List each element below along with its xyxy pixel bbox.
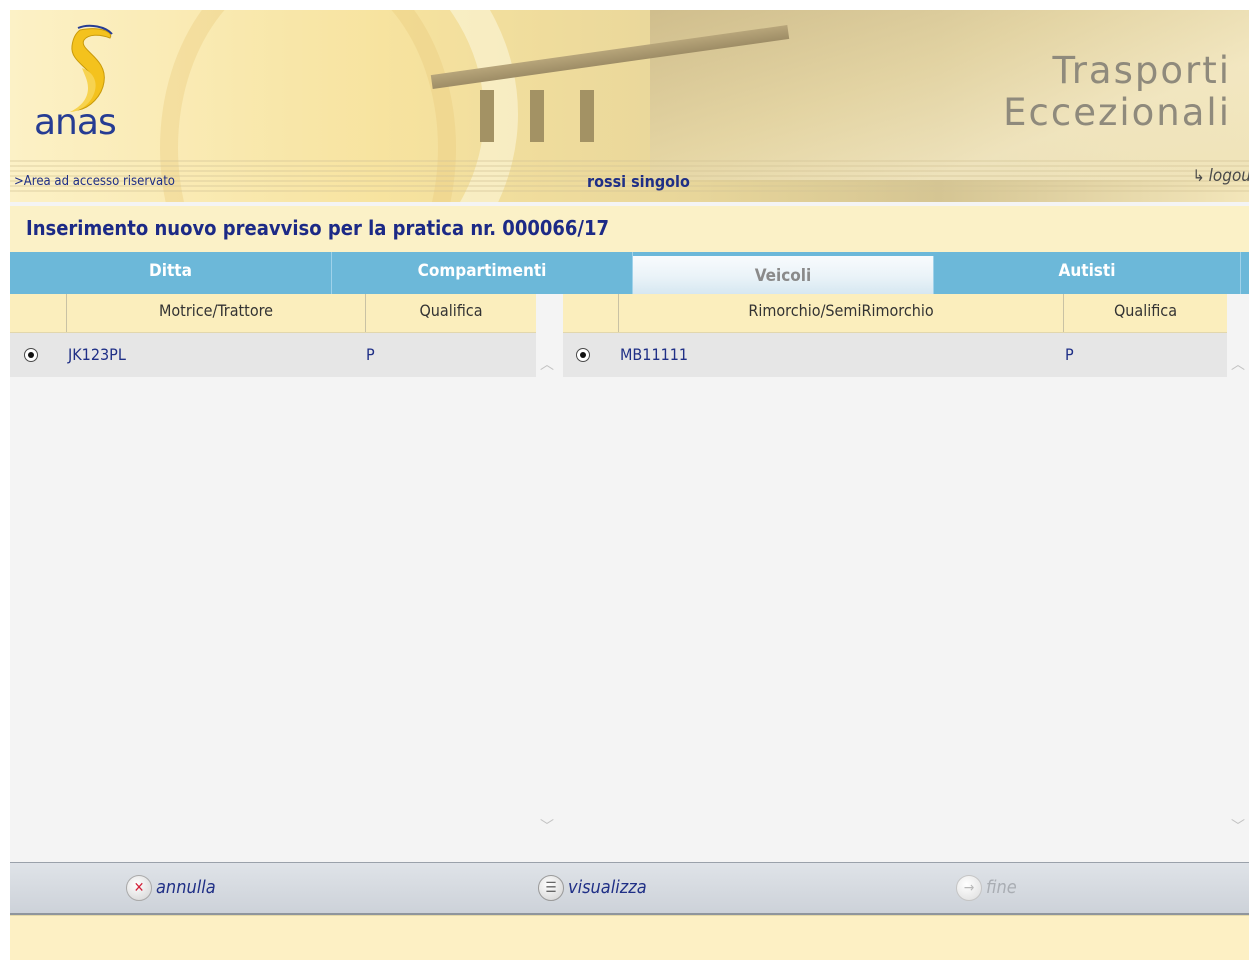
header-banner: anas Trasporti Eccezionali >Area ad acce… — [10, 10, 1249, 202]
motrice-grid-header: Motrice/Trattore Qualifica — [10, 294, 536, 333]
visualizza-label: visualizza — [568, 877, 647, 898]
app-title: Trasporti Eccezionali — [1003, 50, 1231, 134]
scroll-up-icon[interactable]: ︿ — [1229, 354, 1247, 373]
user-name: rossi singolo — [587, 172, 690, 191]
column-header-rimorchio[interactable]: Rimorchio/SemiRimorchio — [619, 294, 1064, 332]
scroll-down-icon[interactable]: ﹀ — [1229, 816, 1247, 835]
table-row[interactable]: JK123PL P — [10, 333, 536, 377]
annulla-button[interactable]: ✕ annulla — [126, 874, 216, 902]
motrice-panel: Motrice/Trattore Qualifica JK123PL P ︿ ﹀ — [10, 294, 556, 872]
rimorchio-grid-header: Rimorchio/SemiRimorchio Qualifica — [563, 294, 1227, 333]
rimorchio-panel: Rimorchio/SemiRimorchio Qualifica MB1111… — [563, 294, 1249, 872]
app-title-line1: Trasporti — [1052, 49, 1231, 92]
annulla-label: annulla — [156, 877, 216, 898]
row-radio[interactable] — [24, 348, 38, 362]
status-bar — [10, 915, 1249, 960]
page-title: Inserimento nuovo preavviso per la prati… — [26, 216, 610, 240]
close-circle-icon: ✕ — [126, 875, 152, 901]
tab-compartimenti[interactable]: Compartimenti — [332, 252, 633, 294]
logo-text: anas — [34, 102, 117, 143]
column-header-qualifica[interactable]: Qualifica — [1064, 294, 1227, 332]
restricted-area-link[interactable]: >Area ad accesso riservato — [14, 174, 175, 189]
next-arrow-icon: → — [956, 875, 982, 901]
app-frame: anas Trasporti Eccezionali >Area ad acce… — [10, 10, 1249, 960]
tab-ditta[interactable]: Ditta — [10, 252, 332, 294]
column-header-motrice[interactable]: Motrice/Trattore — [67, 294, 366, 332]
table-row[interactable]: MB11111 P — [563, 333, 1227, 377]
logout-label: logout — [1208, 166, 1249, 186]
fine-label: fine — [986, 877, 1017, 898]
tab-bar: Ditta Compartimenti Veicoli Autisti — [10, 252, 1249, 294]
scroll-down-icon[interactable]: ﹀ — [538, 816, 556, 835]
column-header-qualifica[interactable]: Qualifica — [366, 294, 536, 332]
app-title-line2: Eccezionali — [1003, 91, 1231, 134]
scroll-up-icon[interactable]: ︿ — [538, 354, 556, 373]
fine-button[interactable]: → fine — [956, 874, 1017, 902]
rimorchio-qualifica: P — [1065, 345, 1074, 364]
tab-veicoli[interactable]: Veicoli — [633, 256, 934, 294]
rimorchio-plate: MB11111 — [620, 345, 689, 364]
list-icon: ☰ — [538, 875, 564, 901]
title-bar: Inserimento nuovo preavviso per la prati… — [10, 206, 1249, 252]
tab-autisti[interactable]: Autisti — [934, 252, 1241, 294]
motrice-plate: JK123PL — [68, 345, 126, 364]
row-radio[interactable] — [576, 348, 590, 362]
logout-link[interactable]: ↳logout — [1193, 166, 1249, 186]
visualizza-button[interactable]: ☰ visualizza — [538, 874, 647, 902]
bottom-toolbar: ✕ annulla ☰ visualizza → fine — [10, 862, 1249, 915]
motrice-qualifica: P — [366, 345, 375, 364]
logout-arrow-icon: ↳ — [1192, 166, 1205, 185]
